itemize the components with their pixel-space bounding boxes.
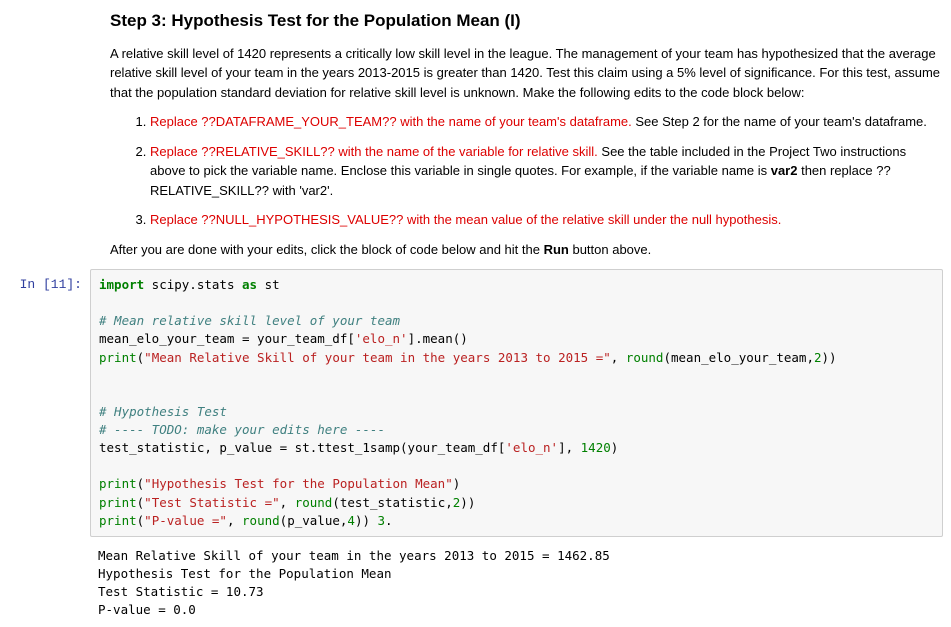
dot: . — [385, 513, 393, 528]
string: "Mean Relative Skill of your team in the… — [144, 350, 611, 365]
replace-text: Replace ??RELATIVE_SKILL?? with the name… — [150, 144, 598, 159]
builtin-print: print — [99, 476, 137, 491]
args: (mean_elo_your_team, — [663, 350, 814, 365]
builtin-round: round — [626, 350, 664, 365]
paren: )) — [355, 513, 378, 528]
string: "Hypothesis Test for the Population Mean… — [144, 476, 453, 491]
closing-paragraph: After you are done with your edits, clic… — [110, 240, 943, 260]
instruction-list: Replace ??DATAFRAME_YOUR_TEAM?? with the… — [110, 112, 943, 230]
comment: # Hypothesis Test — [99, 404, 227, 419]
closing-pre: After you are done with your edits, clic… — [110, 242, 544, 257]
instruction-item: Replace ??DATAFRAME_YOUR_TEAM?? with the… — [150, 112, 943, 132]
code-text: test_statistic, p_value = st.ttest_1samp… — [99, 440, 505, 455]
instruction-item: Replace ??NULL_HYPOTHESIS_VALUE?? with t… — [150, 210, 943, 230]
instruction-item: Replace ??RELATIVE_SKILL?? with the name… — [150, 142, 943, 201]
run-bold: Run — [544, 242, 569, 257]
args: (p_value, — [280, 513, 348, 528]
closing-post: button above. — [569, 242, 651, 257]
output-cell: Mean Relative Skill of your team in the … — [0, 539, 951, 627]
var-bold: var2 — [771, 163, 798, 178]
instruction-rest: See Step 2 for the name of your team's d… — [632, 114, 927, 129]
kw-as: as — [242, 277, 257, 292]
paren: )) — [822, 350, 837, 365]
builtin-print: print — [99, 513, 137, 528]
args: (test_statistic, — [332, 495, 452, 510]
comma: , — [280, 495, 295, 510]
builtin-round: round — [242, 513, 280, 528]
code-output: Mean Relative Skill of your team in the … — [90, 541, 943, 626]
paren: ) — [611, 440, 619, 455]
code-text: ].mean() — [408, 331, 468, 346]
number: 3 — [378, 513, 386, 528]
string: 'elo_n' — [355, 331, 408, 346]
builtin-round: round — [295, 495, 333, 510]
string: 'elo_n' — [505, 440, 558, 455]
builtin-print: print — [99, 350, 137, 365]
code-input[interactable]: import scipy.stats as st # Mean relative… — [90, 269, 943, 537]
code-cell[interactable]: In [11]: import scipy.stats as st # Mean… — [0, 267, 951, 539]
module: scipy.stats — [144, 277, 242, 292]
step-heading: Step 3: Hypothesis Test for the Populati… — [110, 8, 943, 34]
kw-import: import — [99, 277, 144, 292]
markdown-cell: Step 3: Hypothesis Test for the Populati… — [0, 0, 951, 267]
number: 1420 — [581, 440, 611, 455]
code-text: mean_elo_your_team = your_team_df[ — [99, 331, 355, 346]
string: "Test Statistic =" — [144, 495, 279, 510]
paren: ) — [453, 476, 461, 491]
input-prompt: In [11]: — [0, 269, 90, 537]
output-prompt — [0, 541, 90, 626]
comma: , — [611, 350, 626, 365]
builtin-print: print — [99, 495, 137, 510]
replace-text: Replace ??DATAFRAME_YOUR_TEAM?? with the… — [150, 114, 632, 129]
code-text: ], — [558, 440, 581, 455]
comment: # ---- TODO: make your edits here ---- — [99, 422, 385, 437]
comment: # Mean relative skill level of your team — [99, 313, 400, 328]
comma: , — [227, 513, 242, 528]
number: 2 — [814, 350, 822, 365]
intro-paragraph: A relative skill level of 1420 represent… — [110, 44, 943, 103]
replace-text: Replace ??NULL_HYPOTHESIS_VALUE?? with t… — [150, 212, 781, 227]
paren: )) — [460, 495, 475, 510]
alias: st — [257, 277, 280, 292]
number: 4 — [347, 513, 355, 528]
string: "P-value =" — [144, 513, 227, 528]
